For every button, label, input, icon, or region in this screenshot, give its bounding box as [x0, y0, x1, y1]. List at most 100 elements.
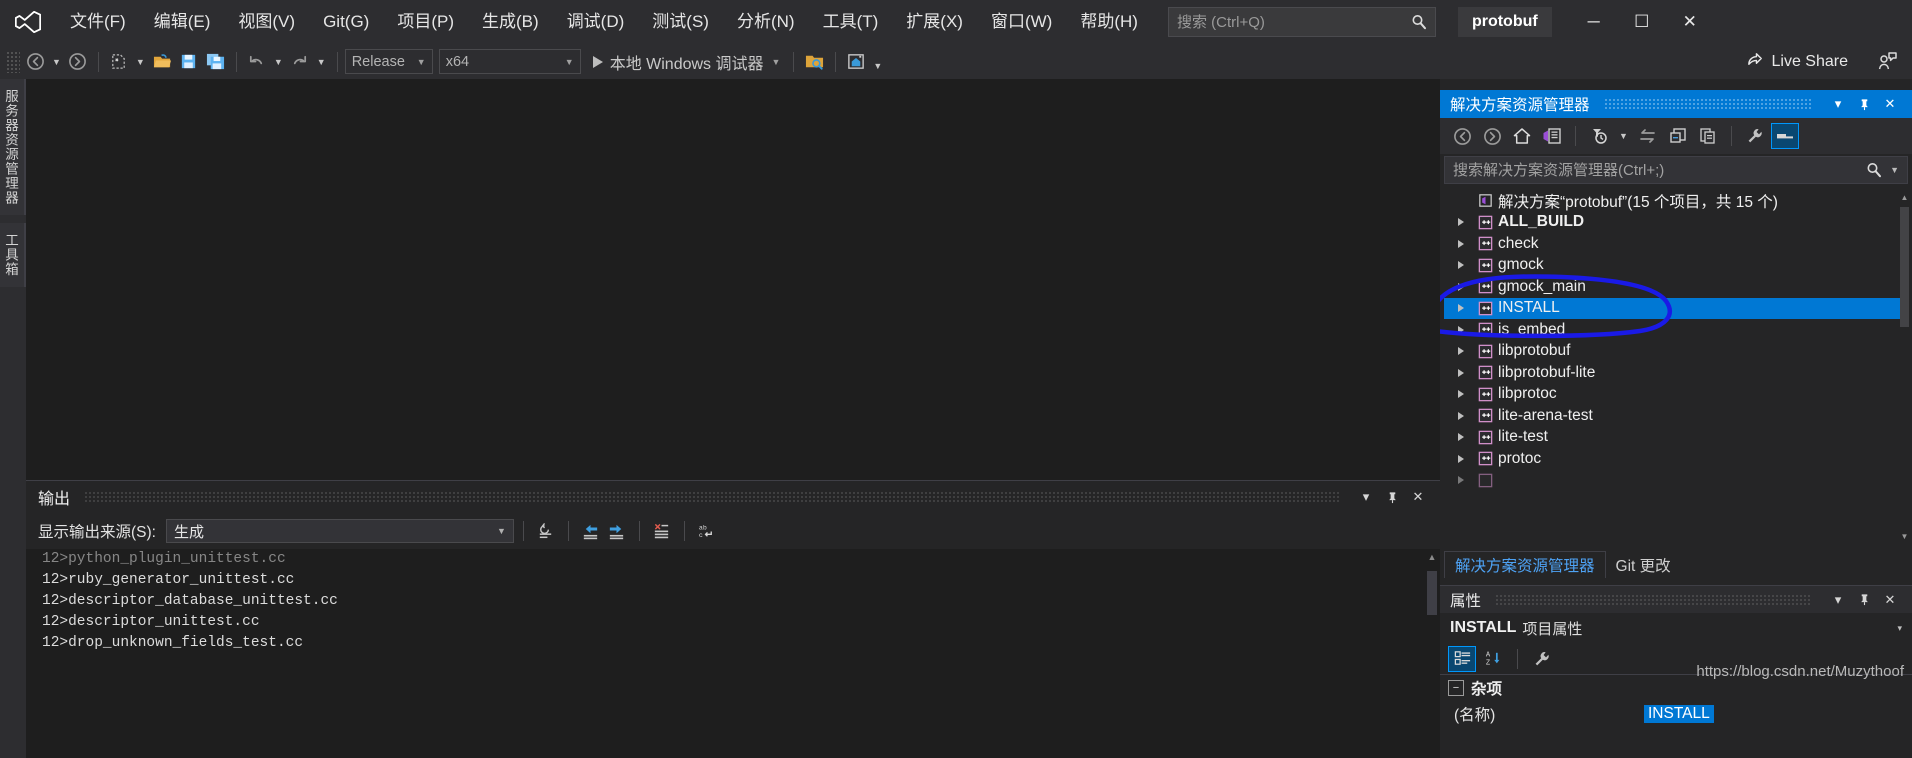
- solution-configuration-combo[interactable]: Release ▼: [344, 49, 433, 74]
- navigate-back-dropdown-icon[interactable]: ▼: [48, 57, 65, 67]
- chevron-down-icon[interactable]: ▾: [1354, 486, 1378, 508]
- pin-icon[interactable]: [1380, 486, 1404, 508]
- save-all-icon[interactable]: [202, 49, 229, 75]
- expander-icon[interactable]: [1450, 433, 1472, 442]
- chevron-down-icon[interactable]: ▼: [1890, 165, 1899, 175]
- rail-tab-server-explorer[interactable]: 服务器资源管理器: [0, 79, 26, 215]
- clear-all-icon[interactable]: [649, 518, 675, 544]
- send-feedback-icon[interactable]: [1876, 50, 1898, 77]
- close-button[interactable]: ✕: [1666, 0, 1714, 44]
- tree-row-gmock-main[interactable]: gmock_main: [1444, 276, 1908, 298]
- tab-git-changes[interactable]: Git 更改: [1606, 551, 1681, 578]
- menu-file[interactable]: 文件(F): [56, 0, 140, 44]
- property-pages-wrench-icon[interactable]: [1528, 646, 1556, 672]
- scroll-down-arrow-icon[interactable]: ▼: [1897, 529, 1912, 544]
- show-all-files-icon[interactable]: [1694, 123, 1722, 149]
- start-window-icon[interactable]: [843, 49, 869, 75]
- redo-icon[interactable]: [287, 49, 313, 75]
- expander-icon[interactable]: [1450, 261, 1472, 270]
- tab-solution-explorer[interactable]: 解决方案资源管理器: [1444, 551, 1606, 578]
- expander-icon[interactable]: [1450, 282, 1472, 291]
- tree-row-libprotoc[interactable]: libprotoc: [1444, 384, 1908, 406]
- pin-icon[interactable]: [1852, 589, 1876, 611]
- redo-dropdown-icon[interactable]: ▼: [313, 57, 330, 67]
- preview-selected-items-icon[interactable]: [1770, 123, 1799, 149]
- expander-icon[interactable]: [1450, 476, 1472, 485]
- tree-row-all-build[interactable]: ALL_BUILD: [1444, 212, 1908, 234]
- go-to-next-message-icon[interactable]: [604, 518, 630, 544]
- menu-help[interactable]: 帮助(H): [1066, 0, 1152, 44]
- home-icon[interactable]: [1508, 123, 1536, 149]
- solution-explorer-scrollbar[interactable]: ▲ ▼: [1897, 190, 1912, 544]
- menu-debug[interactable]: 调试(D): [553, 0, 639, 44]
- drag-handle[interactable]: [1495, 593, 1812, 606]
- menu-build[interactable]: 生成(B): [468, 0, 553, 44]
- chevron-down-icon[interactable]: ▾: [1826, 589, 1850, 611]
- tree-row-check[interactable]: check: [1444, 233, 1908, 255]
- forward-icon[interactable]: [1478, 123, 1506, 149]
- solution-explorer-view-icon[interactable]: [1538, 123, 1566, 149]
- scrollbar-thumb[interactable]: [1900, 207, 1909, 327]
- menu-view[interactable]: 视图(V): [224, 0, 309, 44]
- expander-icon[interactable]: [1450, 368, 1472, 377]
- tree-row-libprotobuf-lite[interactable]: libprotobuf-lite: [1444, 362, 1908, 384]
- properties-grid[interactable]: − 杂项 (名称) INSTALL: [1440, 675, 1912, 727]
- navigate-forward-icon[interactable]: [65, 49, 91, 75]
- expander-icon[interactable]: [1450, 454, 1472, 463]
- chevron-down-icon[interactable]: ▾: [1826, 93, 1850, 115]
- expander-icon[interactable]: [1450, 390, 1472, 399]
- toolbar-overflow-icon[interactable]: ▼: [869, 53, 886, 71]
- chevron-down-icon[interactable]: ▼: [1615, 131, 1632, 141]
- scrollbar-thumb[interactable]: [1427, 571, 1437, 615]
- close-icon[interactable]: ✕: [1878, 93, 1902, 115]
- categorized-view-icon[interactable]: [1448, 645, 1476, 672]
- property-value[interactable]: INSTALL: [1644, 705, 1714, 723]
- solution-platform-combo[interactable]: x64 ▼: [438, 49, 581, 74]
- menu-test[interactable]: 测试(S): [638, 0, 723, 44]
- close-icon[interactable]: ✕: [1406, 486, 1430, 508]
- output-vertical-scrollbar[interactable]: ▲: [1424, 549, 1440, 758]
- expander-icon[interactable]: [1450, 347, 1472, 356]
- output-text-area[interactable]: 12>python_plugin_unittest.cc 12>ruby_gen…: [26, 549, 1440, 758]
- drag-handle[interactable]: [1603, 98, 1812, 110]
- toggle-word-wrap-icon[interactable]: ab c: [694, 518, 720, 544]
- menu-edit[interactable]: 编辑(E): [140, 0, 225, 44]
- save-icon[interactable]: [176, 49, 202, 75]
- solution-explorer-search[interactable]: ▼: [1444, 156, 1908, 184]
- undo-icon[interactable]: [244, 49, 270, 75]
- undo-dropdown-icon[interactable]: ▼: [270, 57, 287, 67]
- tree-row-lite-arena-test[interactable]: lite-arena-test: [1444, 405, 1908, 427]
- menu-git[interactable]: Git(G): [309, 0, 383, 44]
- tree-row-partial[interactable]: [1444, 470, 1908, 492]
- start-debug-button[interactable]: 本地 Windows 调试器 ▼: [587, 48, 787, 75]
- collapse-all-icon[interactable]: [1664, 123, 1692, 149]
- scroll-up-arrow-icon[interactable]: ▲: [1897, 190, 1912, 205]
- tree-row-install[interactable]: INSTALL: [1444, 297, 1908, 319]
- drag-handle[interactable]: [84, 491, 1340, 503]
- menu-analyze[interactable]: 分析(N): [723, 0, 809, 44]
- expander-icon[interactable]: [1450, 325, 1472, 334]
- tree-row-gmock[interactable]: gmock: [1444, 255, 1908, 277]
- menu-extensions[interactable]: 扩展(X): [892, 0, 977, 44]
- solution-tree[interactable]: 解决方案“protobuf”(15 个项目，共 15 个) ALL_BUILD …: [1444, 190, 1908, 544]
- menu-tools[interactable]: 工具(T): [809, 0, 893, 44]
- clear-pane-icon[interactable]: [533, 518, 559, 544]
- pin-icon[interactable]: [1852, 93, 1876, 115]
- find-in-files-icon[interactable]: [801, 49, 828, 75]
- rail-tab-toolbox[interactable]: 工具箱: [0, 223, 26, 287]
- tree-row-solution-root[interactable]: 解决方案“protobuf”(15 个项目，共 15 个): [1444, 190, 1908, 212]
- back-icon[interactable]: [1448, 123, 1476, 149]
- expander-icon[interactable]: [1450, 218, 1472, 227]
- minimize-button[interactable]: ─: [1570, 0, 1618, 44]
- solution-explorer-search-input[interactable]: [1453, 161, 1867, 179]
- expander-icon[interactable]: [1450, 239, 1472, 248]
- pending-changes-filter-icon[interactable]: [1585, 123, 1613, 149]
- go-to-previous-message-icon[interactable]: [578, 518, 604, 544]
- chevron-down-icon[interactable]: ▾: [1897, 623, 1902, 634]
- open-folder-icon[interactable]: [149, 49, 176, 75]
- tree-row-protoc[interactable]: protoc: [1444, 448, 1908, 470]
- sync-with-active-document-icon[interactable]: [1634, 123, 1662, 149]
- alphabetical-sort-icon[interactable]: AZ: [1479, 646, 1507, 672]
- live-share-button[interactable]: Live Share: [1746, 44, 1848, 79]
- expander-icon[interactable]: [1450, 304, 1472, 313]
